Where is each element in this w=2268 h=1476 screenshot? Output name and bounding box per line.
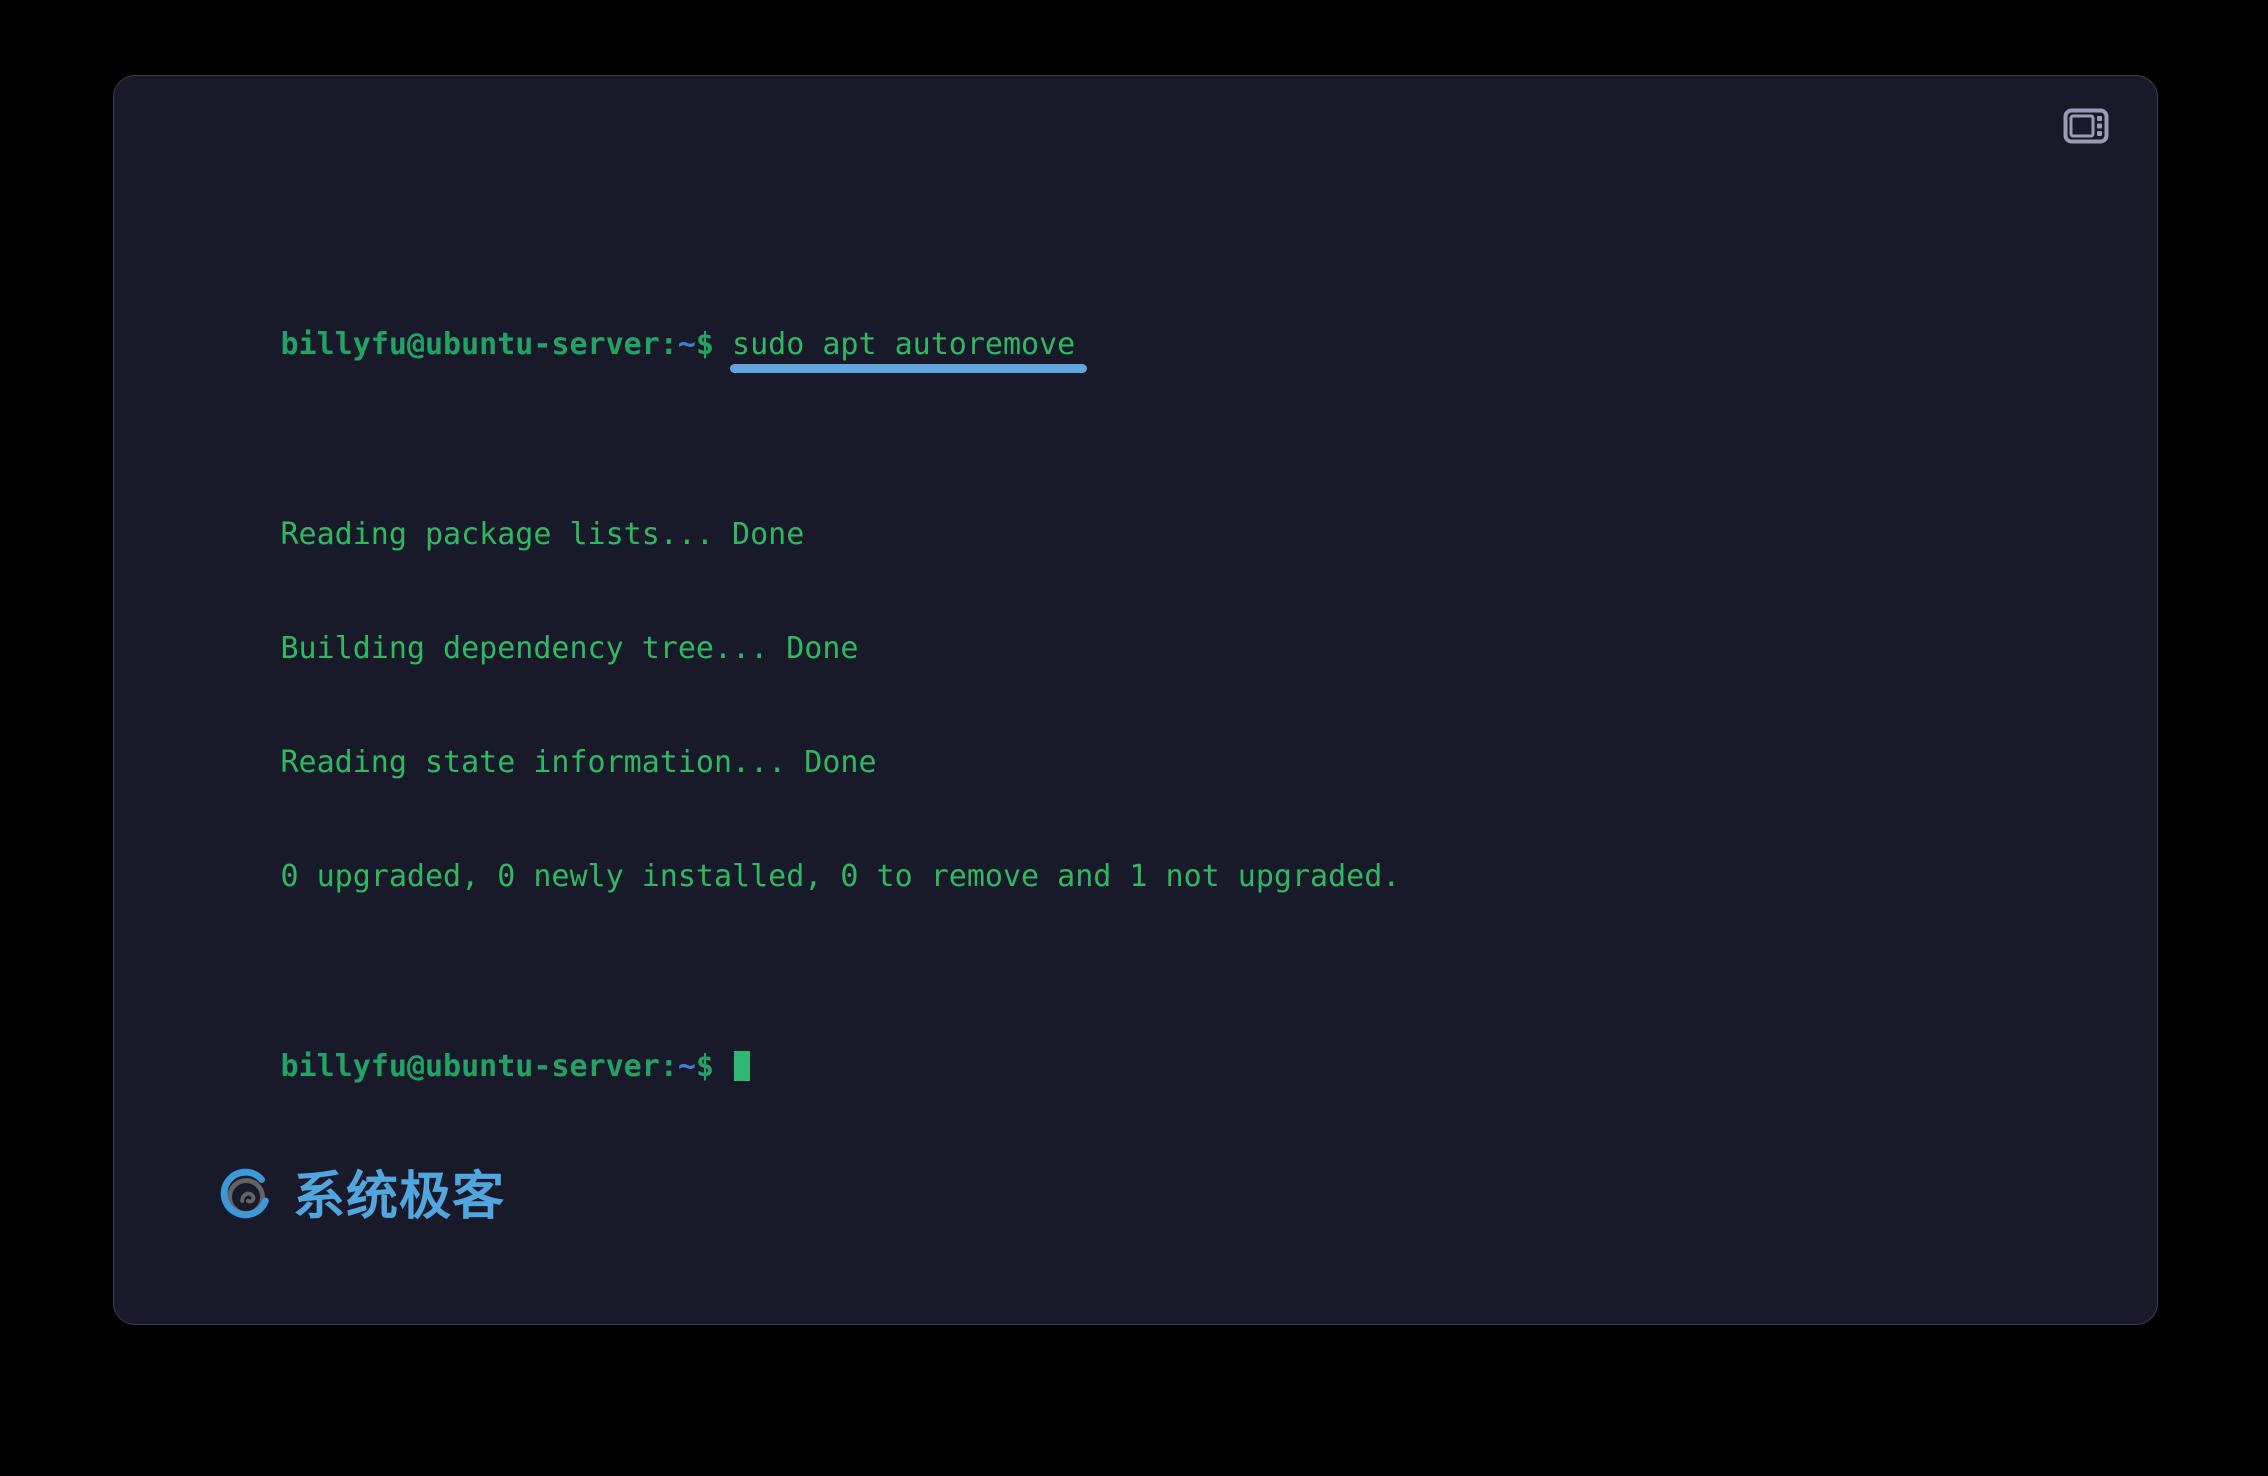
output-text: Reading state information... Done	[280, 745, 877, 780]
typed-command: sudo apt autoremove	[730, 326, 1088, 373]
output-text: Building dependency tree... Done	[280, 631, 859, 666]
terminal-window: billyfu@ubuntu-server:~$ sudo apt autore…	[113, 75, 2158, 1325]
prompt-dollar: $	[695, 1049, 714, 1084]
prompt-user-host: billyfu@ubuntu-server	[280, 327, 660, 362]
terminal-line-output: Reading state information... Done	[136, 706, 2157, 780]
prompt-colon: :	[659, 327, 678, 362]
output-text: 0 upgraded, 0 newly installed, 0 to remo…	[280, 859, 1401, 894]
prompt-user-host: billyfu@ubuntu-server	[280, 1049, 660, 1084]
terminal-line-command: billyfu@ubuntu-server:~$ sudo apt autore…	[136, 288, 2157, 373]
prompt-colon: :	[659, 1049, 678, 1084]
output-text: Reading package lists... Done	[280, 517, 805, 552]
terminal-line-output: 0 upgraded, 0 newly installed, 0 to remo…	[136, 820, 2157, 894]
terminal-line-prompt-active: billyfu@ubuntu-server:~$	[136, 1010, 2157, 1084]
prompt-dollar: $	[695, 327, 714, 362]
prompt-tilde: ~	[677, 1049, 696, 1084]
watermark-text: 系统极客	[293, 1167, 506, 1227]
terminal-line-output: Building dependency tree... Done	[136, 592, 2157, 666]
command-underline-highlight	[730, 364, 1088, 373]
typed-command-text: sudo apt autoremove	[732, 327, 1076, 362]
screenshot-root: billyfu@ubuntu-server:~$ sudo apt autore…	[0, 0, 2268, 1476]
watermark: 系统极客	[217, 1166, 505, 1228]
terminal-output-area[interactable]: billyfu@ubuntu-server:~$ sudo apt autore…	[136, 136, 2157, 1324]
spiral-circle-logo-icon	[220, 1168, 269, 1219]
prompt-tilde: ~	[677, 327, 696, 362]
terminal-line-output: Reading package lists... Done	[136, 478, 2157, 552]
text-cursor	[734, 1051, 751, 1081]
